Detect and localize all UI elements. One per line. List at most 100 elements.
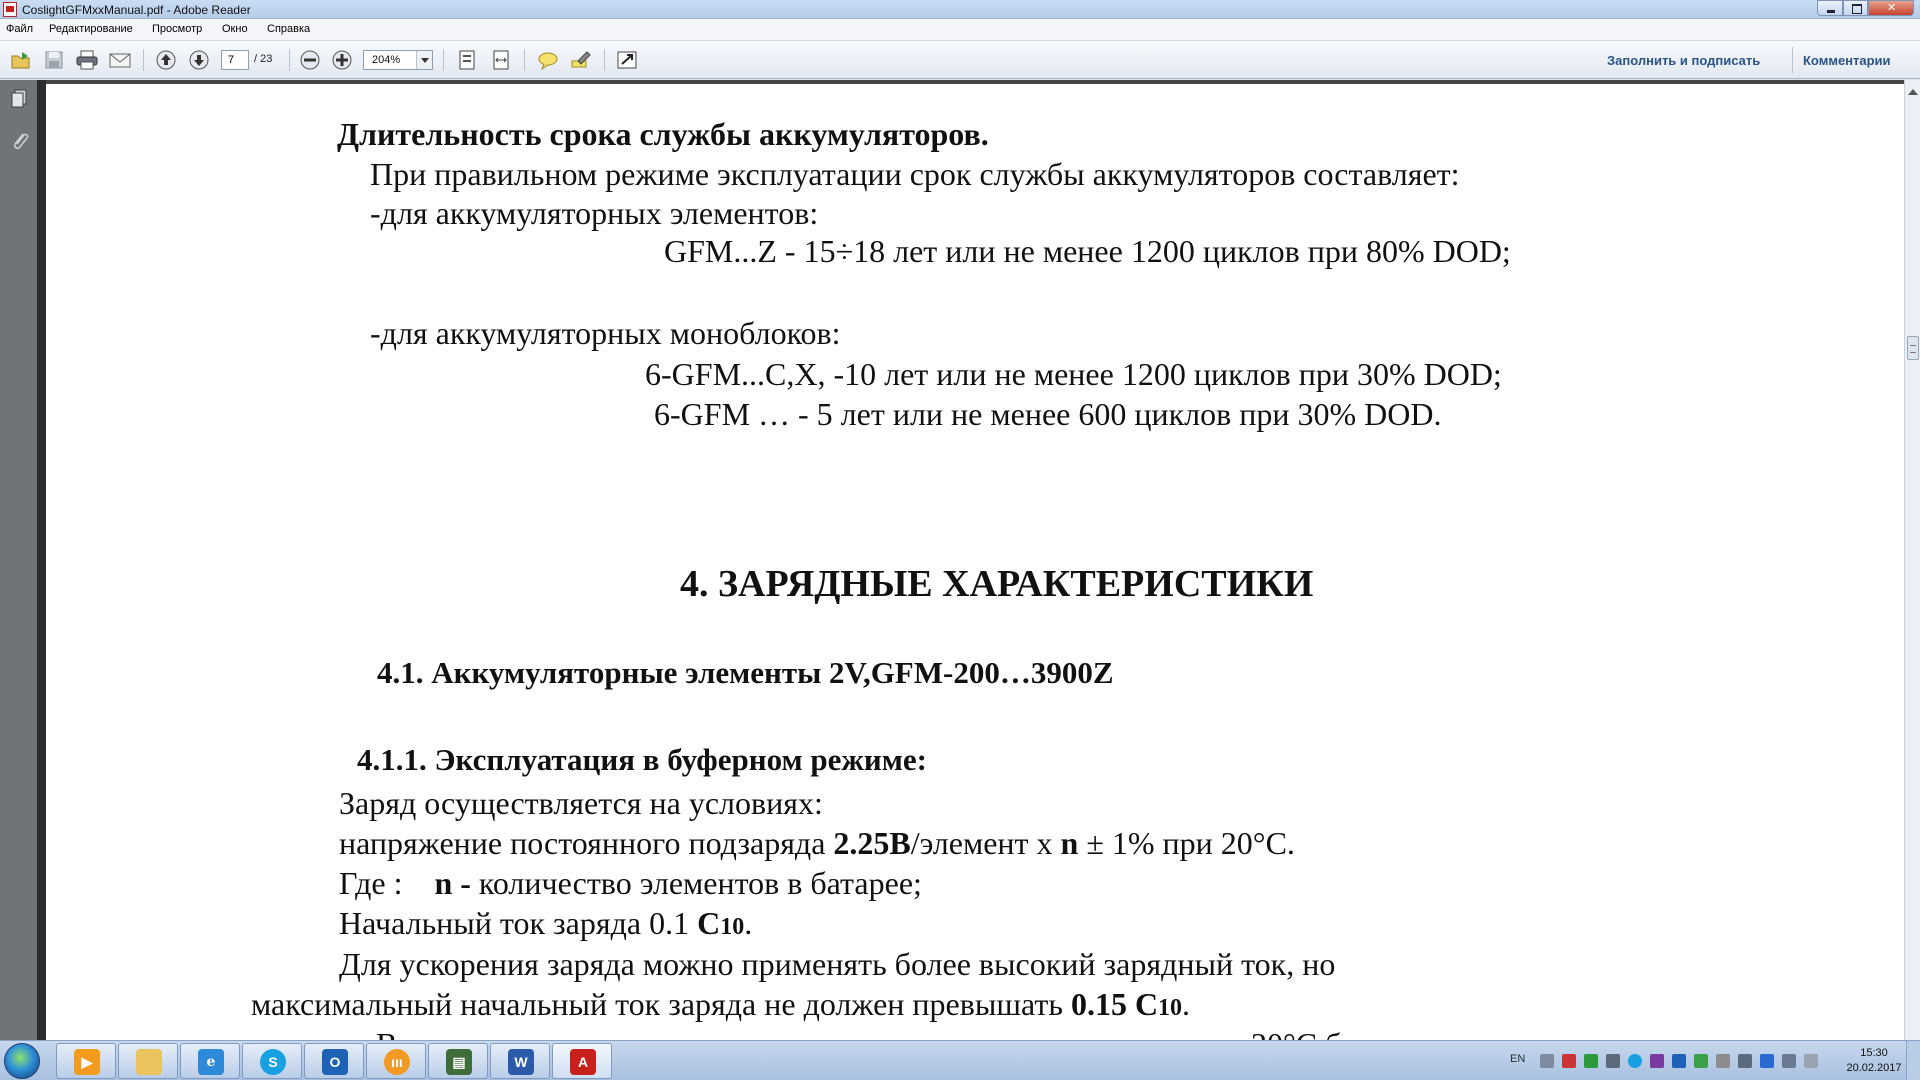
initial-subscript: 10 [720,914,745,940]
voltage-text: /элемент х [910,825,1061,861]
fit-page-icon[interactable] [455,49,479,71]
media-player-icon: ▶ [74,1049,100,1075]
internet-explorer-icon: e [198,1049,224,1075]
window-title: CoslightGFMxxManual.pdf - Adobe Reader [22,3,251,17]
page-up-icon[interactable] [154,49,178,71]
page-down-icon[interactable] [187,49,211,71]
document-page[interactable]: Длительность срока службы аккумуляторов.… [46,80,1904,1040]
doc-paragraph: -для аккумуляторных элементов: [370,195,819,231]
tray-icon[interactable] [1606,1054,1620,1068]
toolbar-separator [604,49,605,71]
open-icon[interactable] [9,49,33,71]
initial-current-line: Начальный ток заряда 0.1 С10. [339,905,752,942]
menu-bar: Файл Редактирование Просмотр Окно Справк… [0,19,1920,41]
initial-text: . [744,905,753,941]
cut-off-text: В [376,1026,397,1040]
max-current-text: максимальный начальный ток заряда не дол… [251,986,1071,1022]
where-line: Где : n - количество элементов в батарее… [339,865,922,902]
tray-icon[interactable] [1716,1054,1730,1068]
zoom-value: 204% [372,54,401,66]
initial-c: С [697,905,721,941]
outlook-button[interactable]: O [304,1043,364,1079]
app-green-button[interactable]: ▤ [428,1043,488,1079]
max-current-subscript: 10 [1158,995,1183,1021]
save-icon[interactable] [42,49,66,71]
max-current-text: . [1182,986,1191,1022]
close-button[interactable] [1868,0,1914,16]
page-top-edge [46,80,1904,94]
language-indicator[interactable]: EN [1510,1053,1525,1065]
print-icon[interactable] [75,49,99,71]
skype-button[interactable]: S [242,1043,302,1079]
scroll-thumb[interactable] [1907,336,1919,360]
doc-paragraph: 6-GFM...C,X, -10 лет или не менее 1200 ц… [645,356,1502,392]
tray-icon[interactable] [1804,1054,1818,1068]
email-icon[interactable] [108,49,132,71]
where-text: количество элементов в батарее; [470,865,922,901]
skype-tray-icon[interactable] [1628,1054,1642,1068]
attachments-icon[interactable] [9,130,29,152]
page-gutter [37,80,46,1040]
tray-icon[interactable] [1540,1054,1554,1068]
page-number-input[interactable]: 7 [221,50,249,70]
tray-icon[interactable] [1650,1054,1664,1068]
adobe-reader-button[interactable]: A [552,1043,612,1079]
toolbar: 7 / 23 204% Заполнить и подписать Коммен… [0,41,1920,79]
max-current-value: 0.15 С [1070,986,1159,1022]
doc-paragraph: При правильном режиме эксплуатации срок … [370,156,1460,192]
word-icon: W [508,1049,534,1075]
highlight-icon[interactable] [569,49,593,71]
network-icon[interactable] [1782,1054,1796,1068]
maximize-button[interactable] [1843,0,1868,16]
cut-off-text: 20°С б [1251,1026,1341,1040]
chevron-down-icon[interactable] [416,51,432,69]
outlook-tray-icon[interactable] [1672,1054,1686,1068]
menu-edit[interactable]: Редактирование [49,23,133,35]
zoom-in-icon[interactable] [330,49,354,71]
menu-view[interactable]: Просмотр [152,23,202,35]
doc-paragraph: Заряд осуществляется на условиях: [339,785,823,821]
voltage-n: n [1060,825,1079,861]
expand-icon[interactable] [615,49,639,71]
initial-text: Начальный ток заряда 0.1 [339,905,698,941]
internet-explorer-button[interactable]: e [180,1043,240,1079]
toolbar-separator [289,49,290,71]
app-orange-button[interactable]: ııı [366,1043,426,1079]
tray-icon[interactable] [1760,1054,1774,1068]
speaker-icon[interactable] [1738,1054,1752,1068]
tray-icon[interactable] [1694,1054,1708,1068]
where-text: Где : [339,865,435,901]
menu-window[interactable]: Окно [222,23,248,35]
zoom-select[interactable]: 204% [363,50,433,70]
menu-help[interactable]: Справка [267,23,310,35]
folder-icon [136,1049,162,1075]
voltage-line: напряжение постоянного подзаряда 2.25В/э… [339,825,1295,862]
explorer-button[interactable] [118,1043,178,1079]
menu-file[interactable]: Файл [6,23,33,35]
doc-paragraph: Для ускорения заряда можно применять бол… [339,946,1336,982]
vertical-scrollbar[interactable] [1904,80,1920,1040]
comment-icon[interactable] [536,49,560,71]
max-current-line: максимальный начальный ток заряда не дол… [251,986,1190,1023]
where-n: n - [434,865,471,901]
comments-link[interactable]: Комментарии [1803,53,1891,68]
zoom-out-icon[interactable] [298,49,322,71]
fill-and-sign-link[interactable]: Заполнить и подписать [1607,53,1760,68]
word-button[interactable]: W [490,1043,550,1079]
navigation-pane [0,80,46,1040]
title-bar: CoslightGFMxxManual.pdf - Adobe Reader [0,0,1920,19]
toolbar-separator [524,49,525,71]
fit-width-icon[interactable] [489,49,513,71]
media-player-button[interactable]: ▶ [56,1043,116,1079]
start-button[interactable] [4,1043,40,1079]
toolbar-separator [443,49,444,71]
tray-icon[interactable] [1562,1054,1576,1068]
clock[interactable]: 15:30 20.02.2017 [1846,1046,1902,1076]
minimize-button[interactable] [1817,0,1843,16]
scroll-up-icon[interactable] [1908,84,1918,95]
pages-icon[interactable] [9,88,29,110]
tray-icon[interactable] [1584,1054,1598,1068]
show-desktop-button[interactable] [1906,1041,1920,1080]
page-total: / 23 [254,53,273,65]
subsection-title: 4.1. Аккумуляторные элементы 2V,GFM-200…… [377,655,1114,690]
